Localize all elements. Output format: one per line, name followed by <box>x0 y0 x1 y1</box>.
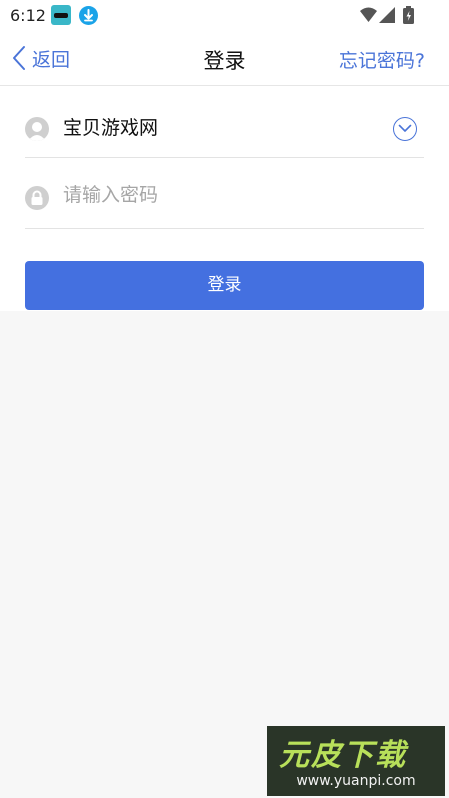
password-row <box>25 158 424 229</box>
username-input[interactable] <box>63 115 383 137</box>
login-button[interactable]: 登录 <box>25 261 424 310</box>
forgot-password-link[interactable]: 忘记密码? <box>339 46 425 73</box>
account-dropdown-button[interactable] <box>393 117 417 141</box>
lock-icon <box>25 186 49 210</box>
notification-app-icon <box>51 5 71 25</box>
battery-icon <box>403 6 414 28</box>
user-avatar-icon <box>25 117 49 141</box>
watermark-title: 元皮下载 <box>279 738 407 773</box>
status-bar: 6:12 <box>0 0 449 32</box>
password-input[interactable] <box>63 184 403 206</box>
chevron-down-icon <box>398 124 412 132</box>
watermark-logo: 元皮下载 www.yuanpi.com <box>267 726 445 796</box>
status-time: 6:12 <box>10 6 46 25</box>
watermark-url: www.yuanpi.com <box>296 773 416 789</box>
signal-icon <box>379 7 395 27</box>
nav-bar: 返回 登录 忘记密码? <box>0 32 449 86</box>
username-row <box>25 87 424 158</box>
wifi-icon <box>360 7 377 26</box>
download-icon <box>79 6 98 25</box>
